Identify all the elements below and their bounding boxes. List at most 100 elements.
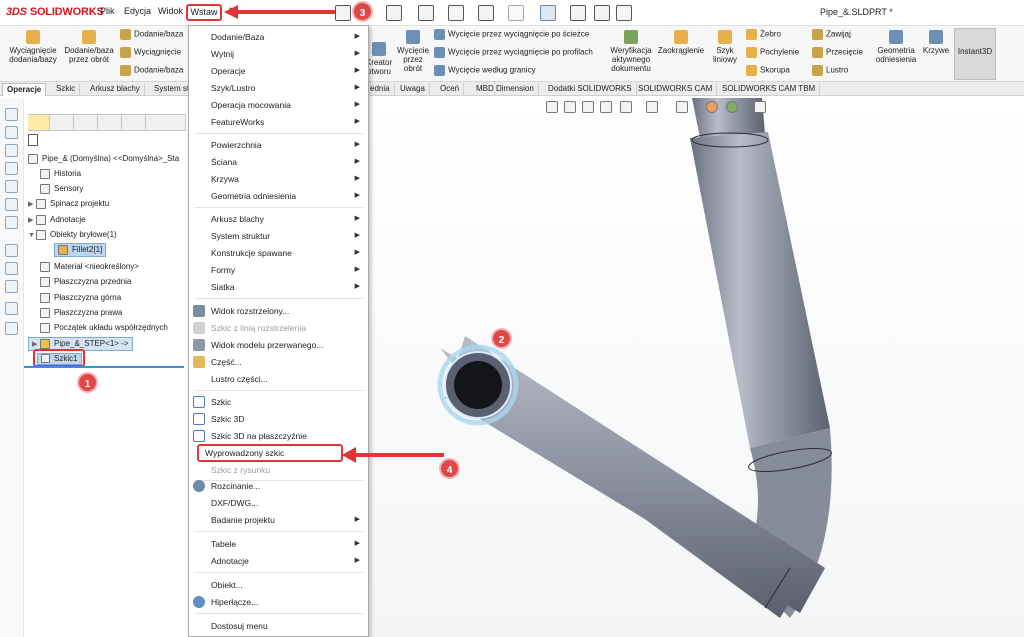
tab-dodatki-solidworks[interactable]: Dodatki SOLIDWORKS <box>544 83 637 96</box>
menu-widok[interactable]: Widok <box>158 6 183 16</box>
task-icon-3[interactable] <box>5 144 18 157</box>
menu-item-arkusz-blachy[interactable]: Arkusz blachy ▶ <box>189 211 368 227</box>
open-icon[interactable] <box>386 5 402 21</box>
tab-posrednia[interactable]: ednia <box>366 83 395 96</box>
configuration-manager-tab-icon[interactable] <box>76 115 98 130</box>
feature-manager-tab-icon[interactable] <box>28 115 50 130</box>
draft-button[interactable]: Pochylenie <box>746 47 799 58</box>
menu-item-dxf-dwg[interactable]: DXF/DWG... <box>189 495 368 511</box>
property-manager-tab-icon[interactable] <box>52 115 74 130</box>
rib-button[interactable]: Żebro <box>746 29 781 40</box>
menu-item-sciana[interactable]: Ściana ▶ <box>189 154 368 170</box>
menu-item-tabele[interactable]: Tabele ▶ <box>189 536 368 552</box>
tree-szkic1[interactable]: Szkic1 <box>33 349 85 367</box>
fillet-button[interactable]: Zaokrąglenie <box>656 30 706 55</box>
tree-plane-right[interactable]: Płaszczyzna prawa <box>40 307 122 318</box>
display-settings-icon[interactable] <box>754 101 766 113</box>
extrude-boss-button[interactable]: Wyciągnięcie dodania/bazy <box>4 30 62 64</box>
menu-item-krzywa[interactable]: Krzywa ▶ <box>189 171 368 187</box>
menu-item-formy[interactable]: Formy ▶ <box>189 262 368 278</box>
task-icon-12[interactable] <box>5 322 18 335</box>
reference-geometry-button[interactable]: Geometria odniesienia <box>872 30 920 64</box>
display-style-icon[interactable] <box>676 101 688 113</box>
revolved-cut-button[interactable]: Wycięcie przez obrót <box>396 30 430 73</box>
tab-ocen[interactable]: Oceń <box>436 83 465 96</box>
menu-item-featureworks[interactable]: FeatureWorks ▶ <box>189 114 368 130</box>
sweep-boss-button[interactable]: Dodanie/baza <box>120 29 183 40</box>
lofted-cut-button[interactable]: Wycięcie przez wyciągnięcie po profilach <box>434 47 593 58</box>
intersect-button[interactable]: Przecięcie <box>812 47 863 58</box>
task-icon-1[interactable] <box>5 108 18 121</box>
menu-item-operacje[interactable]: Operacje ▶ <box>189 63 368 79</box>
shell-button[interactable]: Skorupa <box>746 65 790 76</box>
tree-plane-front[interactable]: Płaszczyzna przednia <box>40 276 131 287</box>
dynamic-annotation-icon[interactable] <box>620 101 632 113</box>
menu-item-powierzchnia[interactable]: Powierzchnia ▶ <box>189 137 368 153</box>
tree-spinacz-projektu[interactable]: ▶ Spinacz projektu <box>28 198 109 210</box>
menu-item-widok-rozstrzelony[interactable]: Widok rozstrzelony... <box>189 303 368 319</box>
mirror-button[interactable]: Lustro <box>812 65 848 76</box>
menu-item-szyk-lustro[interactable]: Szyk/Lustro ▶ <box>189 80 368 96</box>
menu-item-badanie-projektu[interactable]: Badanie projektu ▶ <box>189 512 368 528</box>
menu-item-lustro-czesci[interactable]: Lustro części... <box>189 371 368 387</box>
filter-icon[interactable] <box>28 134 38 146</box>
options-gear-icon[interactable] <box>616 5 632 21</box>
menu-edycja[interactable]: Edycja <box>124 6 151 16</box>
undo-icon[interactable] <box>478 5 494 21</box>
tree-root[interactable]: Pipe_& (Domyślna) <<Domyślna>_Sta <box>28 153 179 164</box>
select-pointer-icon[interactable] <box>540 5 556 21</box>
expand-icon[interactable]: ▶ <box>28 215 36 226</box>
menu-item-wytnij[interactable]: Wytnij ▶ <box>189 46 368 62</box>
menu-item-system-struktur[interactable]: System struktur ▶ <box>189 228 368 244</box>
tree-origin[interactable]: Początek układu współrzędnych <box>40 322 168 333</box>
menu-item-wyprowadzony-szkic[interactable]: Wyprowadzony szkic <box>197 444 343 462</box>
linear-pattern-button[interactable]: Szyk liniowy <box>708 30 742 64</box>
tab-solidworks-cam[interactable]: SOLIDWORKS CAM <box>634 83 718 96</box>
tree-rollback-bar[interactable] <box>24 366 184 368</box>
display-manager-tab-icon[interactable] <box>124 115 146 130</box>
task-icon-4[interactable] <box>5 162 18 175</box>
file-properties-icon[interactable] <box>594 5 610 21</box>
menu-item-adnotacje[interactable]: Adnotacje ▶ <box>189 553 368 569</box>
tree-historia[interactable]: Historia <box>40 168 81 179</box>
menu-item-operacja-mocowania[interactable]: Operacja mocowania ▶ <box>189 97 368 113</box>
menu-item-geometria-odniesienia[interactable]: Geometria odniesienia ▶ <box>189 188 368 204</box>
menu-item-dodanie-baza[interactable]: Dodanie/Baza ▶ <box>189 29 368 45</box>
menu-item-rozcinanie[interactable]: Rozcinanie... <box>189 478 368 494</box>
wrap-button[interactable]: Zawijaj <box>812 29 851 40</box>
menu-item-obiekt[interactable]: Obiekt... <box>189 577 368 593</box>
zoom-area-icon[interactable] <box>564 101 576 113</box>
tree-obiekty-brylowe[interactable]: ▼ Obiekty bryłowe(1) <box>28 229 117 241</box>
scene-icon[interactable] <box>726 101 738 113</box>
menu-wstaw[interactable]: Wstaw <box>186 4 222 21</box>
task-icon-10[interactable] <box>5 280 18 293</box>
graphics-area[interactable]: 2 <box>370 98 1024 637</box>
tab-operacje[interactable]: Operacje <box>2 83 47 96</box>
tab-mbd-dimension[interactable]: MBD Dimension <box>472 83 539 96</box>
menu-item-siatka[interactable]: Siatka ▶ <box>189 279 368 295</box>
tree-material[interactable]: Materiał <nieokreślony> <box>40 261 139 272</box>
tab-solidworks-cam-tbm[interactable]: SOLIDWORKS CAM TBM <box>718 83 821 96</box>
menu-plik[interactable]: Plik <box>100 6 115 16</box>
save-icon[interactable] <box>418 5 434 21</box>
menu-item-szkic-3d[interactable]: Szkic 3D <box>189 411 368 427</box>
menu-item-dostosuj-menu[interactable]: Dostosuj menu <box>189 618 368 634</box>
previous-view-icon[interactable] <box>582 101 594 113</box>
instant3d-button[interactable]: Instant3D <box>954 28 996 80</box>
swept-cut-button[interactable]: Wycięcie przez wyciągnięcie po ścieżce <box>434 29 589 40</box>
task-icon-11[interactable] <box>5 302 18 315</box>
menu-item-szkic[interactable]: Szkic <box>189 394 368 410</box>
tree-sensory[interactable]: Sensory <box>40 183 83 194</box>
view-orientation-icon[interactable] <box>646 101 658 113</box>
appearance-icon[interactable] <box>706 101 718 113</box>
task-icon-8[interactable] <box>5 244 18 257</box>
tree-adnotacje[interactable]: ▶ Adnotacje <box>28 214 86 226</box>
menu-item-czesc[interactable]: Część... <box>189 354 368 370</box>
traffic-light-icon[interactable] <box>570 5 586 21</box>
task-icon-7[interactable] <box>5 216 18 229</box>
task-icon-6[interactable] <box>5 198 18 211</box>
task-icon-5[interactable] <box>5 180 18 193</box>
expand-icon[interactable]: ▶ <box>28 199 36 210</box>
dimxpert-tab-icon[interactable] <box>100 115 122 130</box>
task-icon-2[interactable] <box>5 126 18 139</box>
